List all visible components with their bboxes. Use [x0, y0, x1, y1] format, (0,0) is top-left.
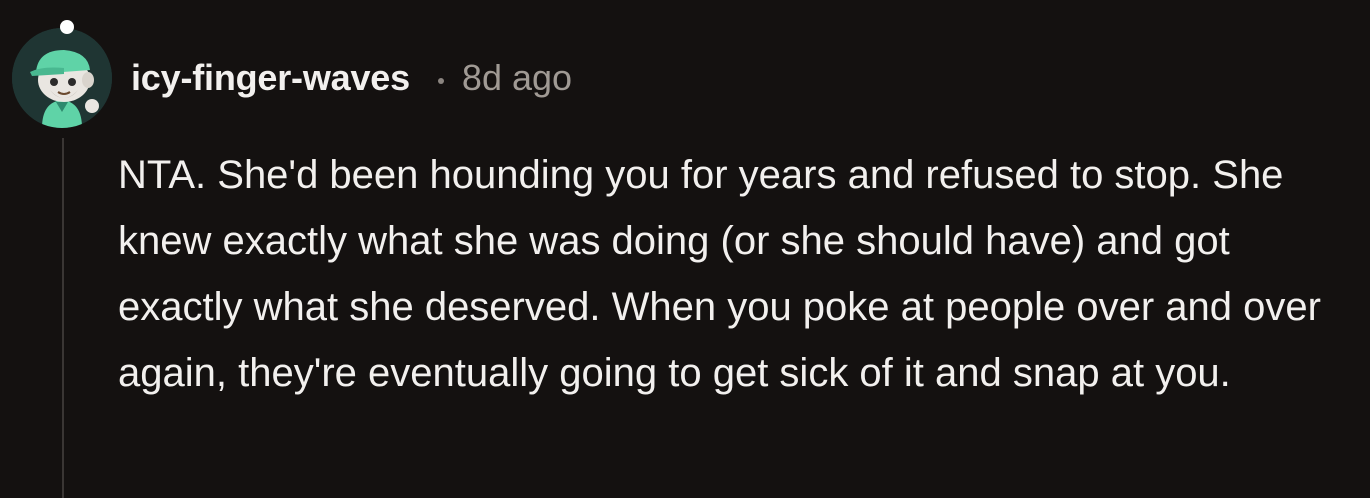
thread-line[interactable]: [62, 138, 64, 498]
separator-dot: [437, 78, 444, 84]
timestamp[interactable]: 8d ago: [462, 57, 572, 99]
online-status-dot: [60, 20, 74, 34]
username-link[interactable]: icy-finger-waves: [131, 57, 410, 99]
avatar[interactable]: [12, 28, 112, 128]
comment: icy-finger-waves 8d ago NTA. She'd been …: [0, 0, 1370, 498]
snoo-avatar-icon: [12, 28, 112, 128]
comment-body: NTA. She'd been hounding you for years a…: [118, 153, 1321, 395]
comment-meta: icy-finger-waves 8d ago: [131, 54, 572, 102]
